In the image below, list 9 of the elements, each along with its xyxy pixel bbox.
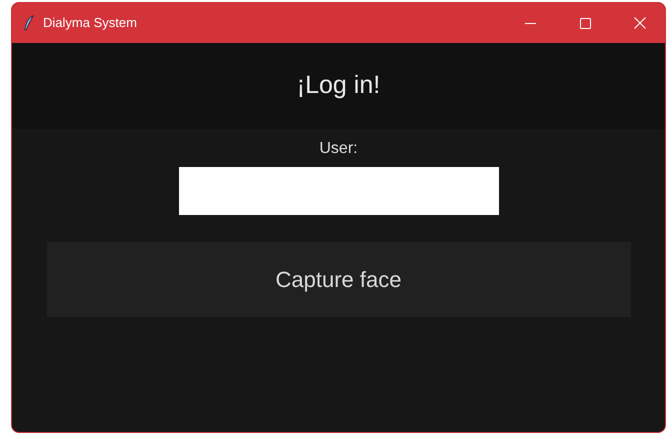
feather-icon xyxy=(24,15,34,31)
user-input-field[interactable] xyxy=(178,167,498,215)
minimize-icon xyxy=(524,22,536,24)
capture-face-button[interactable]: Capture face xyxy=(46,242,630,317)
window-title: Dialyma System xyxy=(43,14,137,32)
maximize-icon xyxy=(580,18,590,28)
close-icon xyxy=(634,17,646,29)
user-label: User: xyxy=(319,139,358,159)
login-heading: ¡Log in! xyxy=(296,70,380,102)
